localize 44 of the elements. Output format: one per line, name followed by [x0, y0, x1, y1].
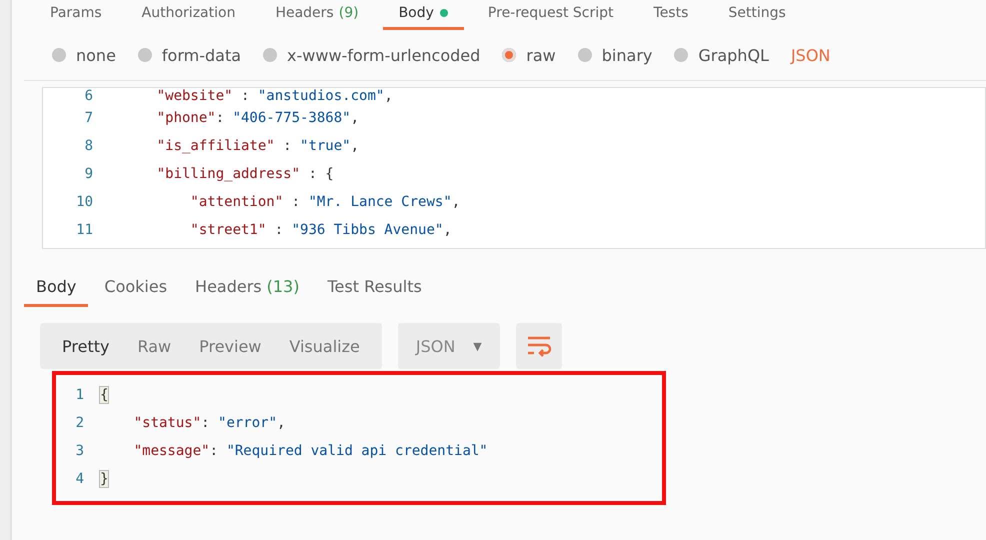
body-type-radio[interactable]: binary	[578, 46, 652, 64]
code-line: "phone": "406-775-3868",	[156, 110, 360, 126]
format-link[interactable]: JSON	[790, 46, 830, 64]
request-tab[interactable]: Pre-request Script	[472, 5, 630, 30]
view-mode-tab[interactable]: Pretty	[50, 330, 122, 362]
line-number: 8	[84, 138, 94, 154]
response-tab[interactable]: Headers (13)	[183, 273, 312, 307]
line-number: 10	[75, 194, 94, 210]
body-type-radio[interactable]: raw	[502, 46, 556, 64]
format-dropdown[interactable]: JSON ▼	[398, 323, 500, 369]
code-line: "is_affiliate" : "true",	[156, 138, 360, 154]
code-line: "status": "error",	[132, 415, 286, 431]
code-line: "message": "Required valid api credential"	[132, 443, 488, 459]
view-mode-tab[interactable]: Preview	[187, 330, 274, 362]
response-tab[interactable]: Test Results	[315, 273, 434, 307]
request-editor[interactable]: 6 "website" : "anstudios.com", 7 "phone": "406-775-3868", 8 "is_affiliate" : "true", 9 "billing_address" : { 10 "attention" : "Mr. Lance Crews", 11 "street1" : "936 Tibbs Avenue",	[42, 87, 986, 249]
body-type-radio[interactable]: form-data	[138, 46, 242, 64]
line-number: 7	[84, 110, 94, 126]
line-number: 6	[84, 88, 94, 104]
request-tab[interactable]: Settings	[712, 5, 802, 30]
line-number: 4	[74, 471, 85, 487]
line-number: 2	[74, 415, 85, 431]
wrap-lines-icon	[526, 335, 552, 357]
line-number: 3	[74, 443, 85, 459]
code-line: "street1" : "936 Tibbs Avenue",	[189, 222, 452, 238]
request-tab[interactable]: Tests	[638, 5, 704, 30]
code-line: "attention" : "Mr. Lance Crews",	[189, 194, 460, 210]
body-type-radio[interactable]: none	[52, 46, 116, 64]
line-number: 1	[74, 387, 85, 403]
body-type-radio[interactable]: x-www-form-urlencoded	[263, 46, 480, 64]
code-line: "website" : "anstudios.com",	[156, 88, 393, 104]
wrap-button[interactable]	[516, 323, 562, 369]
line-number: 9	[84, 166, 94, 182]
request-tab[interactable]: Headers (9)	[259, 5, 375, 30]
request-tab[interactable]: Authorization	[126, 5, 252, 30]
view-mode-tab[interactable]: Visualize	[277, 330, 372, 362]
request-tab[interactable]: Body	[382, 5, 464, 30]
response-tab[interactable]: Body	[24, 273, 88, 307]
body-type-radio[interactable]: GraphQL	[674, 46, 769, 64]
response-tab[interactable]: Cookies	[92, 273, 180, 307]
code-line: "billing_address" : {	[156, 166, 334, 182]
request-tab[interactable]: Params	[34, 5, 118, 30]
line-number: 11	[75, 222, 94, 238]
view-mode-tab[interactable]: Raw	[125, 330, 184, 362]
